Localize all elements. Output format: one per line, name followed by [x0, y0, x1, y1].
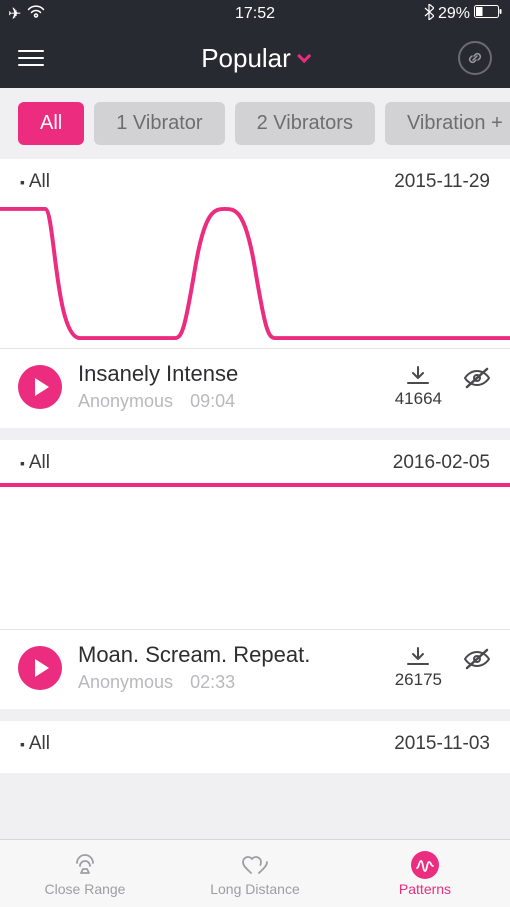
- pattern-tag: All: [20, 171, 50, 193]
- pattern-date: 2016-02-05: [393, 452, 490, 474]
- tab-patterns[interactable]: Patterns: [340, 851, 510, 897]
- filter-1-vibrator[interactable]: 1 Vibrator: [94, 102, 224, 145]
- download-button[interactable]: 41664: [395, 365, 442, 409]
- waveform-area[interactable]: [0, 199, 510, 349]
- link-button[interactable]: [458, 41, 492, 75]
- pattern-meta: Anonymous 09:04: [78, 391, 379, 412]
- tab-long-distance[interactable]: Long Distance: [170, 851, 340, 897]
- pattern-tag: All: [20, 452, 50, 474]
- wifi-icon: [27, 5, 45, 24]
- waveform-area[interactable]: [0, 480, 510, 630]
- status-bar: ✈︎ 17:52 29%: [0, 0, 510, 28]
- pattern-duration: 09:04: [190, 391, 235, 411]
- play-icon: [35, 378, 49, 396]
- download-count: 26175: [395, 670, 442, 690]
- tab-label: Patterns: [399, 881, 451, 897]
- tab-label: Close Range: [45, 881, 126, 897]
- link-icon: [466, 49, 484, 67]
- pattern-info: Insanely Intense Anonymous 09:04: [78, 361, 379, 412]
- card-header: All 2016-02-05: [0, 440, 510, 480]
- play-icon: [35, 659, 49, 677]
- play-button[interactable]: [18, 646, 62, 690]
- download-button[interactable]: 26175: [395, 646, 442, 690]
- page-title: Popular: [201, 43, 291, 74]
- status-time: 17:52: [235, 5, 275, 23]
- filter-vibration-plus[interactable]: Vibration +: [385, 102, 510, 145]
- patterns-icon: [411, 851, 439, 879]
- card-header: All 2015-11-03: [0, 721, 510, 773]
- status-right: 29%: [424, 4, 502, 25]
- pattern-tag: All: [20, 733, 50, 755]
- pattern-date: 2015-11-03: [394, 733, 490, 755]
- pattern-author: Anonymous: [78, 672, 173, 692]
- tab-label: Long Distance: [210, 881, 300, 897]
- pattern-card: All 2015-11-29 Insanely Intense Anonymou…: [0, 159, 510, 428]
- pattern-duration: 02:33: [190, 672, 235, 692]
- filter-row: All 1 Vibrator 2 Vibrators Vibration +: [0, 88, 510, 159]
- sort-dropdown[interactable]: Popular: [201, 43, 309, 74]
- battery-icon: [474, 5, 502, 24]
- status-left: ✈︎: [8, 4, 45, 24]
- eye-off-icon: [462, 367, 492, 389]
- download-icon: [405, 646, 431, 668]
- long-distance-icon: [239, 851, 271, 879]
- bluetooth-icon: [424, 4, 434, 25]
- hide-button[interactable]: [462, 646, 492, 675]
- card-body: Moan. Scream. Repeat. Anonymous 02:33 26…: [0, 630, 510, 709]
- tab-close-range[interactable]: Close Range: [0, 851, 170, 897]
- pattern-title: Insanely Intense: [78, 361, 379, 387]
- eye-off-icon: [462, 648, 492, 670]
- pattern-date: 2015-11-29: [394, 171, 490, 193]
- pattern-info: Moan. Scream. Repeat. Anonymous 02:33: [78, 642, 379, 693]
- battery-percent: 29%: [438, 5, 470, 23]
- pattern-card: All 2016-02-05 Moan. Scream. Repeat. Ano…: [0, 440, 510, 709]
- filter-all[interactable]: All: [18, 102, 84, 145]
- chevron-down-icon: [297, 49, 311, 63]
- pattern-title: Moan. Scream. Repeat.: [78, 642, 379, 668]
- pattern-author: Anonymous: [78, 391, 173, 411]
- airplane-icon: ✈︎: [8, 4, 21, 24]
- nav-header: Popular: [0, 28, 510, 88]
- close-range-icon: [71, 851, 99, 879]
- download-count: 41664: [395, 389, 442, 409]
- card-actions: 41664: [395, 365, 492, 409]
- card-body: Insanely Intense Anonymous 09:04 41664: [0, 349, 510, 428]
- filter-2-vibrators[interactable]: 2 Vibrators: [235, 102, 375, 145]
- pattern-meta: Anonymous 02:33: [78, 672, 379, 693]
- waveform-icon: [0, 480, 510, 629]
- pattern-list[interactable]: All 2015-11-29 Insanely Intense Anonymou…: [0, 159, 510, 885]
- tab-bar: Close Range Long Distance Patterns: [0, 839, 510, 907]
- play-button[interactable]: [18, 365, 62, 409]
- menu-button[interactable]: [18, 50, 44, 66]
- waveform-icon: [0, 199, 510, 348]
- download-icon: [405, 365, 431, 387]
- pattern-card: All 2015-11-03: [0, 721, 510, 773]
- card-actions: 26175: [395, 646, 492, 690]
- card-header: All 2015-11-29: [0, 159, 510, 199]
- hide-button[interactable]: [462, 365, 492, 394]
